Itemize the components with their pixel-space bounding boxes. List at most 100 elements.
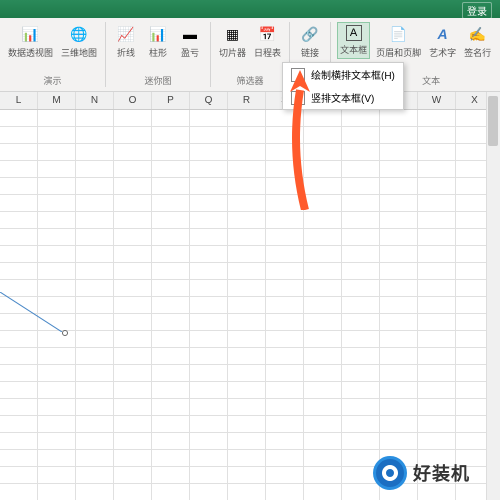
grid-cell[interactable] xyxy=(228,212,266,229)
grid-cell[interactable] xyxy=(304,246,342,263)
grid-cell[interactable] xyxy=(114,416,152,433)
grid-cell[interactable] xyxy=(228,110,266,127)
grid-cell[interactable] xyxy=(76,467,114,484)
grid-cell[interactable] xyxy=(418,433,456,450)
grid-cell[interactable] xyxy=(266,263,304,280)
grid-cell[interactable] xyxy=(380,297,418,314)
grid-cell[interactable] xyxy=(38,246,76,263)
grid-cell[interactable] xyxy=(228,416,266,433)
grid-cell[interactable] xyxy=(114,365,152,382)
grid-cell[interactable] xyxy=(114,127,152,144)
grid-cell[interactable] xyxy=(266,178,304,195)
grid-cell[interactable] xyxy=(0,433,38,450)
grid-cell[interactable] xyxy=(152,127,190,144)
grid-cell[interactable] xyxy=(152,263,190,280)
grid-cell[interactable] xyxy=(190,195,228,212)
grid-cell[interactable] xyxy=(380,314,418,331)
grid-cell[interactable] xyxy=(304,229,342,246)
grid-cell[interactable] xyxy=(228,229,266,246)
grid-cell[interactable] xyxy=(114,161,152,178)
grid-cell[interactable] xyxy=(380,263,418,280)
grid-cell[interactable] xyxy=(38,195,76,212)
grid-cell[interactable] xyxy=(228,450,266,467)
signature-button[interactable]: ✍ 签名行 xyxy=(462,22,493,61)
grid-cell[interactable] xyxy=(304,433,342,450)
grid-cell[interactable] xyxy=(342,331,380,348)
timeline-button[interactable]: 📅 日程表 xyxy=(252,22,283,61)
grid-cell[interactable] xyxy=(0,331,38,348)
grid-cell[interactable] xyxy=(152,348,190,365)
grid-cell[interactable] xyxy=(342,348,380,365)
grid-cell[interactable] xyxy=(38,365,76,382)
grid-cell[interactable] xyxy=(190,467,228,484)
grid-cell[interactable] xyxy=(266,382,304,399)
grid-cell[interactable] xyxy=(152,280,190,297)
grid-cell[interactable] xyxy=(38,416,76,433)
grid-cell[interactable] xyxy=(114,263,152,280)
grid-cell[interactable] xyxy=(38,433,76,450)
grid-cell[interactable] xyxy=(342,195,380,212)
grid-cell[interactable] xyxy=(342,212,380,229)
grid-cell[interactable] xyxy=(342,365,380,382)
grid-cell[interactable] xyxy=(266,331,304,348)
grid-cell[interactable] xyxy=(0,161,38,178)
grid-cell[interactable] xyxy=(266,110,304,127)
grid-cell[interactable] xyxy=(0,365,38,382)
grid-cell[interactable] xyxy=(190,314,228,331)
grid-cell[interactable] xyxy=(304,348,342,365)
grid-cell[interactable] xyxy=(380,399,418,416)
grid-cell[interactable] xyxy=(76,297,114,314)
col-header[interactable]: N xyxy=(76,92,114,109)
slicer-button[interactable]: ▦ 切片器 xyxy=(217,22,248,61)
grid-cell[interactable] xyxy=(190,161,228,178)
grid-cell[interactable] xyxy=(0,127,38,144)
grid-cell[interactable] xyxy=(304,314,342,331)
grid-cell[interactable] xyxy=(190,144,228,161)
grid-cell[interactable] xyxy=(152,467,190,484)
grid-cell[interactable] xyxy=(418,365,456,382)
grid-cell[interactable] xyxy=(190,450,228,467)
col-header[interactable]: L xyxy=(0,92,38,109)
grid-cell[interactable] xyxy=(76,127,114,144)
grid-cell[interactable] xyxy=(418,382,456,399)
grid-cell[interactable] xyxy=(152,365,190,382)
grid-cell[interactable] xyxy=(152,297,190,314)
grid-cell[interactable] xyxy=(38,127,76,144)
grid-cell[interactable] xyxy=(342,229,380,246)
grid-cell[interactable] xyxy=(418,297,456,314)
grid-cell[interactable] xyxy=(418,195,456,212)
grid-cell[interactable] xyxy=(342,399,380,416)
grid-body[interactable] xyxy=(0,110,500,500)
grid-cell[interactable] xyxy=(304,110,342,127)
grid-cell[interactable] xyxy=(228,331,266,348)
grid-cell[interactable] xyxy=(38,331,76,348)
grid-cell[interactable] xyxy=(266,280,304,297)
grid-cell[interactable] xyxy=(304,161,342,178)
grid-cell[interactable] xyxy=(76,195,114,212)
grid-cell[interactable] xyxy=(304,365,342,382)
login-button[interactable]: 登录 xyxy=(462,2,492,19)
grid-cell[interactable] xyxy=(76,314,114,331)
grid-cell[interactable] xyxy=(76,348,114,365)
grid-cell[interactable] xyxy=(266,433,304,450)
grid-cell[interactable] xyxy=(304,450,342,467)
grid-cell[interactable] xyxy=(76,246,114,263)
grid-cell[interactable] xyxy=(152,161,190,178)
grid-cell[interactable] xyxy=(228,399,266,416)
grid-cell[interactable] xyxy=(152,229,190,246)
grid-cell[interactable] xyxy=(190,246,228,263)
grid-cell[interactable] xyxy=(76,331,114,348)
grid-cell[interactable] xyxy=(38,450,76,467)
grid-cell[interactable] xyxy=(0,229,38,246)
grid-cell[interactable] xyxy=(304,484,342,500)
wordart-button[interactable]: A 艺术字 xyxy=(427,22,458,61)
grid-cell[interactable] xyxy=(418,229,456,246)
grid-cell[interactable] xyxy=(152,212,190,229)
grid-cell[interactable] xyxy=(380,195,418,212)
grid-cell[interactable] xyxy=(0,467,38,484)
grid-cell[interactable] xyxy=(38,178,76,195)
grid-cell[interactable] xyxy=(266,127,304,144)
grid-cell[interactable] xyxy=(38,467,76,484)
col-header[interactable]: Q xyxy=(190,92,228,109)
grid-cell[interactable] xyxy=(38,110,76,127)
